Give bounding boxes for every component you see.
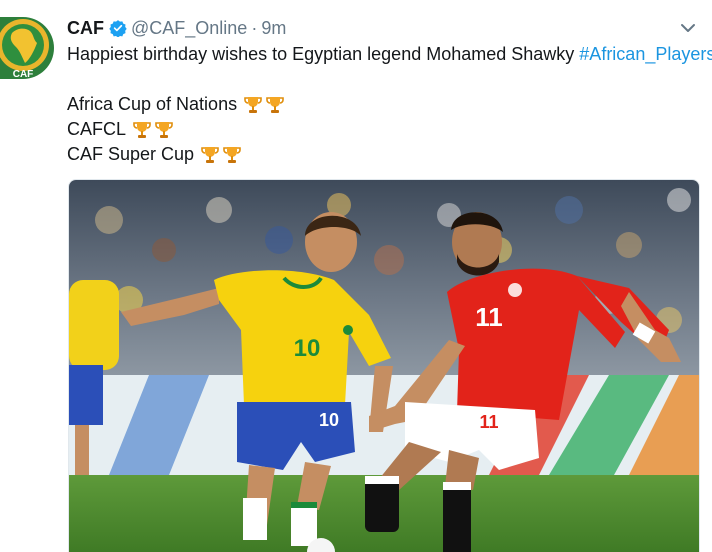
title-text: CAFCL xyxy=(67,119,127,139)
title-line: CAFCL xyxy=(67,117,697,142)
chevron-down-icon[interactable] xyxy=(678,18,698,38)
trophy-icon xyxy=(155,121,173,138)
tweet-photo[interactable]: 10 10 11 11 xyxy=(68,179,700,552)
title-line: Africa Cup of Nations xyxy=(67,92,697,117)
trophy-emojis xyxy=(132,120,174,140)
trophy-icon xyxy=(266,96,284,113)
trophy-icon xyxy=(201,146,219,163)
photo-right-shirt-number: 11 xyxy=(475,302,503,332)
author-handle[interactable]: @CAF_Online xyxy=(131,18,247,39)
avatar-text: CAF xyxy=(13,69,34,79)
tweet-intro-text: Happiest birthday wishes to Egyptian leg… xyxy=(67,44,575,64)
tweet-timestamp[interactable]: 9m xyxy=(261,18,286,39)
tweet-text-intro-line: Happiest birthday wishes to Egyptian leg… xyxy=(67,42,712,67)
header-separator: · xyxy=(251,17,258,38)
author-name[interactable]: CAF xyxy=(67,18,104,39)
trophy-icon xyxy=(223,146,241,163)
title-text: Africa Cup of Nations xyxy=(67,94,238,114)
title-line: CAF Super Cup xyxy=(67,142,697,167)
trophy-emojis xyxy=(243,95,285,115)
trophy-icon xyxy=(244,96,262,113)
title-text: CAF Super Cup xyxy=(67,144,195,164)
trophy-icon xyxy=(133,121,151,138)
tweet-text: Happiest birthday wishes to Egyptian leg… xyxy=(67,42,712,167)
photo-left-shorts-number: 10 xyxy=(319,410,339,430)
photo-left-shirt-number: 10 xyxy=(294,335,321,362)
trophy-emojis xyxy=(200,145,242,165)
verified-badge-icon xyxy=(109,19,127,38)
tweet-header: CAF @CAF_Online · 9m xyxy=(67,16,698,40)
avatar[interactable]: CAF xyxy=(0,17,54,79)
hashtag-link[interactable]: #African_Players xyxy=(579,42,712,67)
photo-right-shorts-number: 11 xyxy=(479,412,498,432)
